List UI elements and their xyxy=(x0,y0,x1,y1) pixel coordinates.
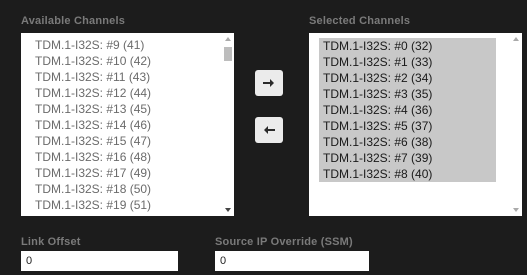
list-item[interactable]: TDM.1-I32S: #7 (39) xyxy=(319,150,496,166)
list-item[interactable]: TDM.1-I32S: #14 (46) xyxy=(31,117,220,133)
selected-channels-list: TDM.1-I32S: #0 (32) TDM.1-I32S: #1 (33) TD… xyxy=(319,33,496,216)
list-item[interactable]: TDM.1-I32S: #5 (37) xyxy=(319,118,496,134)
list-item[interactable]: TDM.1-I32S: #20 (52) xyxy=(31,213,220,216)
list-item[interactable]: TDM.1-I32S: #0 (32) xyxy=(319,38,496,54)
list-item[interactable]: TDM.1-I32S: #9 (41) xyxy=(31,37,220,53)
list-item[interactable]: TDM.1-I32S: #1 (33) xyxy=(319,54,496,70)
add-channel-button[interactable] xyxy=(255,70,283,96)
arrow-right-icon xyxy=(263,79,274,87)
list-item[interactable]: TDM.1-I32S: #15 (47) xyxy=(31,133,220,149)
source-ip-override-label: Source IP Override (SSM) xyxy=(215,236,353,248)
list-item[interactable]: TDM.1-I32S: #3 (35) xyxy=(319,86,496,102)
list-item[interactable]: TDM.1-I32S: #6 (38) xyxy=(319,134,496,150)
list-item[interactable]: TDM.1-I32S: #11 (43) xyxy=(31,69,220,85)
available-channels-list: TDM.1-I32S: #9 (41) TDM.1-I32S: #10 (42) T… xyxy=(21,33,220,216)
scroll-up-arrow-icon[interactable] xyxy=(510,33,522,45)
list-item[interactable]: TDM.1-I32S: #10 (42) xyxy=(31,53,220,69)
available-channels-scrollbar[interactable] xyxy=(222,33,234,216)
scroll-down-arrow-icon[interactable] xyxy=(222,204,234,216)
selected-channels-scrollbar[interactable] xyxy=(510,33,522,216)
remove-channel-button[interactable] xyxy=(255,117,283,143)
link-offset-label: Link Offset xyxy=(21,236,81,248)
list-item[interactable]: TDM.1-I32S: #12 (44) xyxy=(31,85,220,101)
available-channels-listbox[interactable]: TDM.1-I32S: #9 (41) TDM.1-I32S: #10 (42) T… xyxy=(21,33,234,216)
list-item[interactable]: TDM.1-I32S: #18 (50) xyxy=(31,181,220,197)
arrow-left-icon xyxy=(264,126,275,134)
list-item[interactable]: TDM.1-I32S: #17 (49) xyxy=(31,165,220,181)
list-item[interactable]: TDM.1-I32S: #19 (51) xyxy=(31,197,220,213)
scroll-up-arrow-icon[interactable] xyxy=(222,33,234,45)
list-item[interactable]: TDM.1-I32S: #13 (45) xyxy=(31,101,220,117)
scroll-thumb[interactable] xyxy=(224,47,232,61)
selected-channels-listbox[interactable]: TDM.1-I32S: #0 (32) TDM.1-I32S: #1 (33) TD… xyxy=(309,33,522,216)
list-item[interactable]: TDM.1-I32S: #2 (34) xyxy=(319,70,496,86)
scroll-down-arrow-icon[interactable] xyxy=(510,204,522,216)
list-item[interactable]: TDM.1-I32S: #4 (36) xyxy=(319,102,496,118)
available-channels-label: Available Channels xyxy=(21,15,126,27)
link-offset-input[interactable] xyxy=(21,251,178,271)
list-item[interactable]: TDM.1-I32S: #16 (48) xyxy=(31,149,220,165)
selected-channels-label: Selected Channels xyxy=(309,15,411,27)
source-ip-override-input[interactable] xyxy=(215,251,369,271)
list-item[interactable]: TDM.1-I32S: #8 (40) xyxy=(319,166,496,182)
